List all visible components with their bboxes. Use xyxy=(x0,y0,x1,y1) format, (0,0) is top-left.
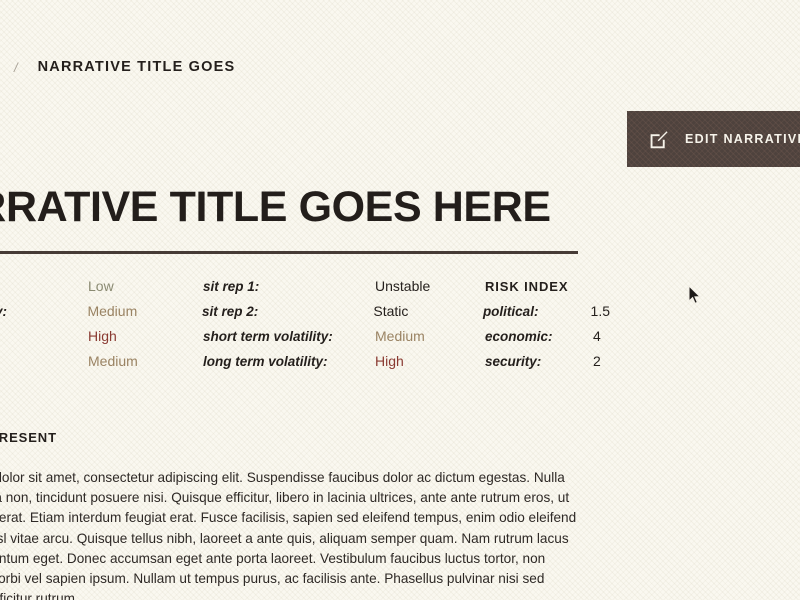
risk-label-security: security: xyxy=(485,354,542,369)
meta-label-long-term-volatility: long term volatility: xyxy=(203,354,328,369)
meta-row: urgency: Low sit rep 1: Unstable RISK IN… xyxy=(0,278,610,303)
meta-row: High short term volatility: Medium econo… xyxy=(0,328,610,353)
edit-narrative-label: EDIT NARRATIVE xyxy=(685,132,800,146)
risk-value-economic: 4 xyxy=(593,328,601,344)
section-heading-the-present: THE PRESENT xyxy=(0,430,57,445)
narrative-meta-grid: urgency: Low sit rep 1: Unstable RISK IN… xyxy=(0,278,610,378)
meta-value-row4: Medium xyxy=(88,353,138,369)
narrative-body-text: Lorem ipsum dolor sit amet, consectetur … xyxy=(0,470,577,600)
edit-square-pencil-icon xyxy=(649,130,668,149)
mouse-pointer-icon xyxy=(688,284,702,305)
title-divider xyxy=(0,251,578,254)
risk-label-political: political: xyxy=(482,304,539,319)
meta-label-sit-rep-1: sit rep 1: xyxy=(203,279,260,294)
meta-label-short-term-volatility: short term volatility: xyxy=(203,329,333,344)
meta-label-urgency: urgency: xyxy=(0,279,88,294)
meta-value-sit-rep-2: Static xyxy=(373,303,409,319)
meta-row: frequency: Medium sit rep 2: Static poli… xyxy=(0,303,610,328)
meta-value-frequency: Medium xyxy=(87,303,138,319)
breadcrumb-title[interactable]: NARRATIVE TITLE GOES xyxy=(38,59,236,75)
edit-narrative-button[interactable]: EDIT NARRATIVE xyxy=(627,111,800,167)
meta-label-frequency: frequency: xyxy=(0,304,8,319)
risk-label-economic: economic: xyxy=(485,329,553,344)
meta-value-urgency: Low xyxy=(88,278,114,294)
meta-value-row3: High xyxy=(88,328,117,344)
risk-index-heading: RISK INDEX xyxy=(485,279,569,294)
risk-value-political: 1.5 xyxy=(590,303,610,319)
risk-value-security: 2 xyxy=(593,353,601,369)
meta-value-long-term-volatility: High xyxy=(375,353,404,369)
meta-row: Medium long term volatility: High securi… xyxy=(0,353,610,378)
breadcrumb-separator: / xyxy=(14,59,18,75)
page-title: NARRATIVE TITLE GOES HERE xyxy=(0,183,551,231)
meta-label-sit-rep-2: sit rep 2: xyxy=(202,304,259,319)
meta-value-sit-rep-1: Unstable xyxy=(375,278,431,294)
meta-value-short-term-volatility: Medium xyxy=(375,328,425,344)
breadcrumb: / NARRATIVE TITLE GOES xyxy=(0,52,800,82)
